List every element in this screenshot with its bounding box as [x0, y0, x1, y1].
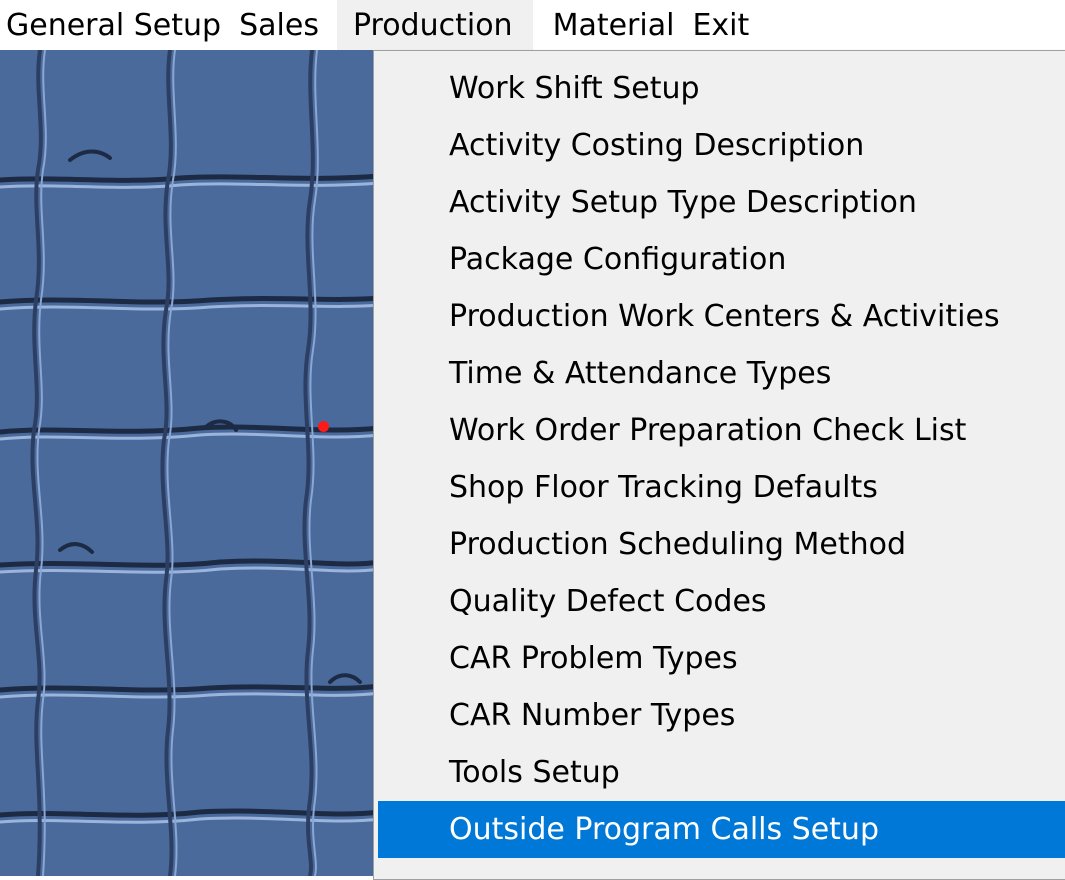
menu-item-work-shift-setup[interactable]: Work Shift Setup — [378, 60, 1065, 117]
menu-bar: General Setup Sales Production Material … — [0, 0, 1065, 50]
menu-item-time-attendance-types[interactable]: Time & Attendance Types — [378, 345, 1065, 402]
menu-item-car-number-types[interactable]: CAR Number Types — [378, 687, 1065, 744]
menu-sales[interactable]: Sales — [239, 0, 337, 50]
menu-production[interactable]: Production — [336, 0, 533, 50]
menu-item-package-configuration[interactable]: Package Configuration — [378, 231, 1065, 288]
menu-general-setup[interactable]: General Setup — [0, 0, 239, 50]
menu-item-activity-setup-type-description[interactable]: Activity Setup Type Description — [378, 174, 1065, 231]
menu-exit[interactable]: Exit — [692, 0, 767, 50]
cursor-dot — [318, 421, 329, 432]
production-menu-list: Work Shift Setup Activity Costing Descri… — [374, 51, 1065, 858]
menu-item-work-order-preparation-check-list[interactable]: Work Order Preparation Check List — [378, 402, 1065, 459]
menu-item-outside-program-calls-setup[interactable]: Outside Program Calls Setup — [378, 801, 1065, 858]
menu-item-activity-costing-description[interactable]: Activity Costing Description — [378, 117, 1065, 174]
menu-item-shop-floor-tracking-defaults[interactable]: Shop Floor Tracking Defaults — [378, 459, 1065, 516]
menu-item-production-work-centers-activities[interactable]: Production Work Centers & Activities — [378, 288, 1065, 345]
menu-item-production-scheduling-method[interactable]: Production Scheduling Method — [378, 516, 1065, 573]
menu-material[interactable]: Material — [533, 0, 693, 50]
menu-item-car-problem-types[interactable]: CAR Problem Types — [378, 630, 1065, 687]
menu-item-quality-defect-codes[interactable]: Quality Defect Codes — [378, 573, 1065, 630]
menu-item-tools-setup[interactable]: Tools Setup — [378, 744, 1065, 801]
production-dropdown-menu: Work Shift Setup Activity Costing Descri… — [373, 50, 1065, 880]
